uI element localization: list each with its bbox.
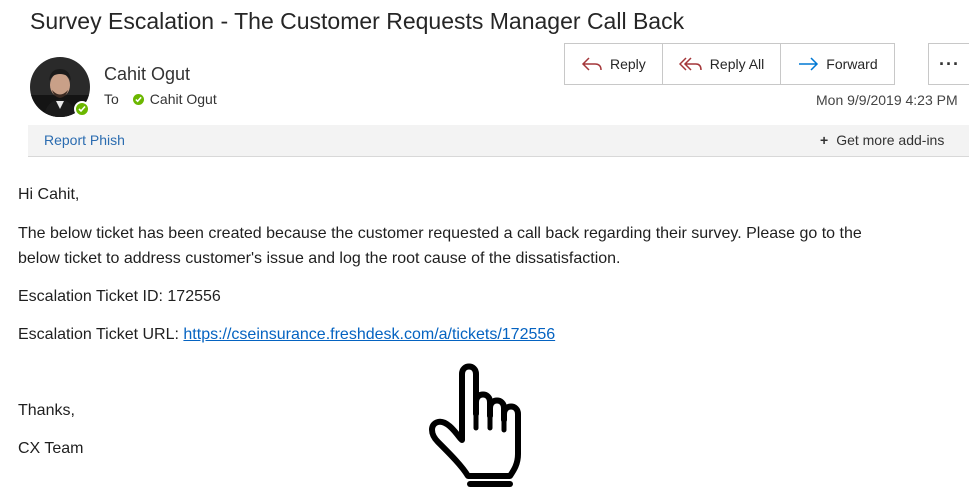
reply-arrow-icon [581, 57, 602, 71]
reply-all-arrow-icon [678, 57, 702, 71]
more-actions-button[interactable]: ··· [928, 43, 969, 85]
message-actions-toolbar: Reply Reply All Forward [564, 43, 895, 85]
reply-button[interactable]: Reply [565, 44, 663, 84]
addins-bar: Report Phish + Get more add-ins [28, 125, 969, 157]
recipient-presence-icon [132, 93, 144, 105]
sent-date: Mon 9/9/2019 4:23 PM [816, 92, 958, 108]
closing-thanks: Thanks, [18, 402, 75, 419]
ticket-id-line: Escalation Ticket ID: 172556 [18, 288, 221, 305]
recipient-row: To Cahit Ogut [104, 91, 217, 107]
ticket-url-label: Escalation Ticket URL: [18, 326, 184, 343]
signature: CX Team [18, 440, 84, 457]
reply-all-label: Reply All [709, 56, 765, 72]
email-subject: Survey Escalation - The Customer Request… [30, 8, 685, 34]
to-label: To [104, 91, 119, 107]
plus-icon: + [820, 132, 829, 148]
body-paragraph-line-1: The below ticket has been created becaus… [18, 225, 862, 242]
report-phish-button[interactable]: Report Phish [44, 132, 125, 148]
get-more-addins-button[interactable]: + Get more add-ins [820, 132, 944, 148]
reply-all-button[interactable]: Reply All [663, 44, 782, 84]
greeting: Hi Cahit, [18, 186, 80, 203]
reply-label: Reply [610, 56, 646, 72]
ticket-url-link[interactable]: https://cseinsurance.freshdesk.com/a/tic… [183, 326, 555, 343]
hand-pointer-cursor-icon [424, 358, 548, 499]
presence-available-icon [74, 101, 90, 117]
recipient-name[interactable]: Cahit Ogut [150, 91, 217, 107]
forward-button[interactable]: Forward [781, 44, 893, 84]
forward-arrow-icon [799, 57, 819, 71]
forward-label: Forward [826, 56, 878, 72]
body-paragraph-line-2: below ticket to address customer's issue… [18, 250, 621, 267]
get-more-addins-label: Get more add-ins [836, 132, 945, 148]
ticket-url-line: Escalation Ticket URL: https://cseinsura… [18, 326, 555, 344]
sender-name[interactable]: Cahit Ogut [104, 64, 190, 85]
